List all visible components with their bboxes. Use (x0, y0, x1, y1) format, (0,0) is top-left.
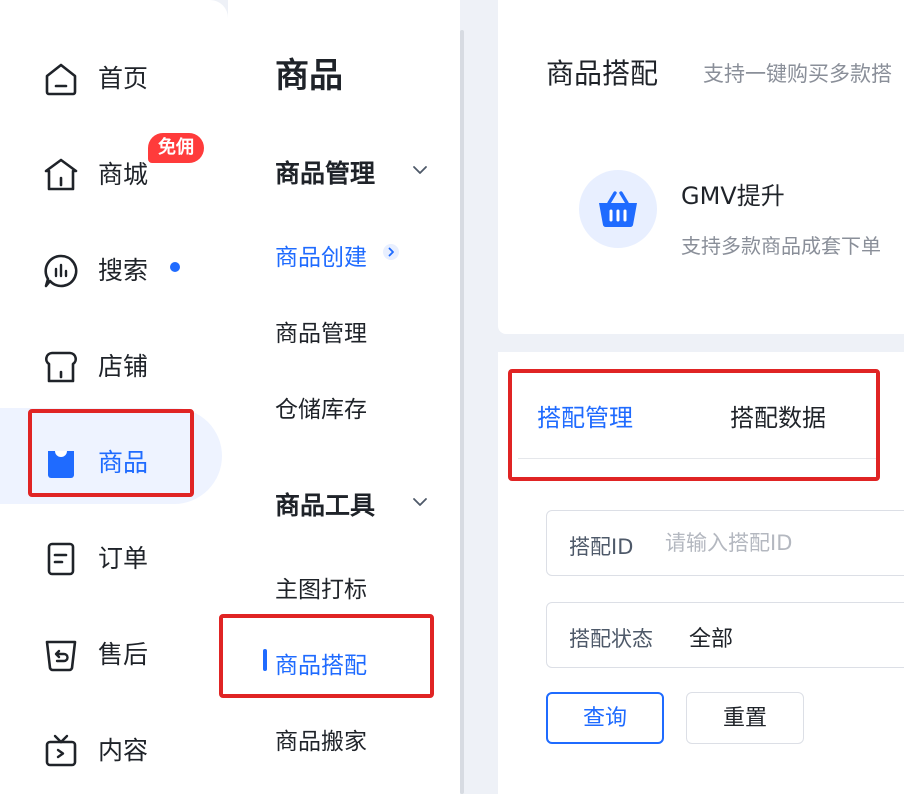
content-tv-icon (45, 734, 77, 767)
chevron-down-icon[interactable] (412, 494, 428, 510)
nav-item-store[interactable]: 店铺 (0, 336, 228, 396)
nav-label-after-sales: 售后 (98, 640, 149, 669)
subnav-item-main-image-tag[interactable]: 主图打标 (275, 570, 367, 604)
query-button[interactable]: 查询 (546, 692, 664, 744)
reset-button[interactable]: 重置 (686, 692, 804, 744)
bundle-id-label: 搭配ID (569, 535, 634, 559)
home-icon (45, 63, 77, 96)
active-item-indicator (263, 649, 267, 671)
nav-label-store: 店铺 (98, 352, 149, 381)
search-icon (44, 254, 78, 288)
nav-item-search[interactable]: 搜索 (0, 240, 228, 300)
bundle-status-label: 搭配状态 (569, 627, 653, 651)
nav-label-order: 订单 (98, 544, 149, 573)
bundle-id-input[interactable] (663, 527, 904, 559)
feature-description: 支持多款商品成套下单 (681, 234, 881, 258)
nav-item-order[interactable]: 订单 (0, 528, 228, 588)
subnav-scrollbar[interactable] (460, 30, 464, 794)
store-icon (45, 351, 77, 383)
nav-item-content[interactable]: 内容 (0, 720, 228, 780)
nav-label-product: 商品 (98, 448, 149, 477)
tab-divider (518, 458, 878, 459)
bundle-status-field[interactable]: 搭配状态 全部 (546, 602, 904, 668)
mall-icon (44, 158, 78, 191)
tab-bundle-data[interactable]: 搭配数据 (730, 398, 826, 433)
chevron-right-icon (383, 244, 399, 260)
chevron-down-icon[interactable] (412, 162, 428, 178)
page-title: 商品搭配 (546, 57, 659, 90)
after-sales-icon (45, 640, 77, 672)
nav-label-mall: 商城 (98, 160, 149, 189)
subnav-title: 商品 (275, 56, 343, 96)
subnav-item-product-bundle[interactable]: 商品搭配 (275, 646, 367, 680)
subnav-item-product-manage[interactable]: 商品管理 (275, 314, 367, 348)
nav-label-content: 内容 (98, 736, 149, 765)
tab-bundle-management[interactable]: 搭配管理 (537, 398, 633, 433)
free-commission-badge: 免佣 (148, 133, 204, 163)
subnav-item-product-create[interactable]: 商品创建 (275, 238, 367, 272)
subnav-item-warehouse-inventory[interactable]: 仓储库存 (275, 390, 367, 424)
nav-item-after-sales[interactable]: 售后 (0, 624, 228, 684)
nav-label-home: 首页 (98, 64, 149, 93)
nav-label-search: 搜索 (98, 256, 149, 285)
feature-title: GMV提升 (681, 182, 785, 210)
bundle-status-select[interactable]: 全部 (689, 621, 733, 653)
bundle-id-field: 搭配ID (546, 510, 904, 576)
product-bag-icon (48, 451, 74, 478)
intro-card (498, 0, 904, 334)
order-icon (47, 542, 75, 576)
subnav-group-product-management[interactable]: 商品管理 (275, 154, 375, 190)
page-subtitle: 支持一键购买多款搭 (703, 62, 892, 86)
nav-item-home[interactable]: 首页 (0, 48, 228, 108)
nav-item-product[interactable]: 商品 (0, 408, 228, 504)
subnav-item-product-move[interactable]: 商品搬家 (275, 722, 367, 756)
basket-icon (599, 191, 637, 228)
new-indicator-dot (170, 262, 180, 272)
subnav-group-product-tools[interactable]: 商品工具 (275, 486, 375, 522)
